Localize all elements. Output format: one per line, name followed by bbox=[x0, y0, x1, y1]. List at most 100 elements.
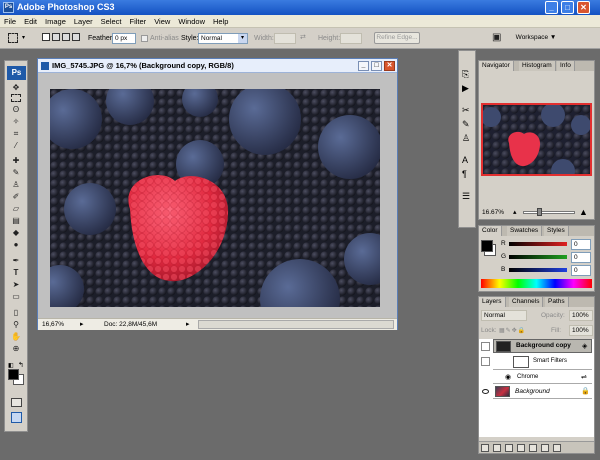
layer-row-background-copy[interactable]: Background copy ◈ bbox=[493, 339, 592, 353]
menu-filter[interactable]: Filter bbox=[126, 15, 151, 28]
menu-window[interactable]: Window bbox=[174, 15, 209, 28]
opacity-input[interactable]: 100% bbox=[569, 310, 593, 321]
zoom-in-icon[interactable]: ▲ bbox=[579, 207, 588, 217]
character-icon[interactable]: A bbox=[462, 155, 468, 165]
menu-select[interactable]: Select bbox=[97, 15, 126, 28]
maximize-button[interactable]: □ bbox=[561, 1, 574, 14]
tab-navigator[interactable]: Navigator bbox=[479, 61, 514, 71]
new-group-icon[interactable] bbox=[529, 444, 537, 452]
height-input[interactable] bbox=[340, 33, 362, 44]
status-menu-icon[interactable]: ▸ bbox=[80, 319, 84, 330]
canvas-area[interactable] bbox=[38, 73, 397, 318]
marquee-preset-icon[interactable] bbox=[8, 33, 18, 43]
magic-wand-tool-icon[interactable]: ✧ bbox=[8, 117, 24, 127]
eyedropper-tool-icon[interactable]: ⚲ bbox=[8, 320, 24, 330]
tab-layers[interactable]: Layers bbox=[479, 297, 506, 307]
menu-help[interactable]: Help bbox=[209, 15, 232, 28]
smart-filters-visibility-toggle[interactable] bbox=[481, 357, 490, 366]
tool-presets-icon[interactable]: ✂ bbox=[462, 105, 470, 116]
gradient-tool-icon[interactable]: ▤ bbox=[8, 216, 24, 226]
tab-histogram[interactable]: Histogram bbox=[519, 61, 556, 71]
eraser-tool-icon[interactable]: ▱ bbox=[8, 204, 24, 214]
refine-edge-button[interactable]: Refine Edge... bbox=[374, 32, 420, 44]
zoom-tool-icon[interactable]: ⊕ bbox=[8, 344, 24, 354]
hand-tool-icon[interactable]: ✋ bbox=[8, 332, 24, 342]
history-brush-tool-icon[interactable]: ✐ bbox=[8, 192, 24, 202]
adjustment-layer-icon[interactable] bbox=[517, 444, 525, 452]
brush-tool-icon[interactable]: ✎ bbox=[8, 168, 24, 178]
workspace-button[interactable]: Workspace ▼ bbox=[512, 32, 560, 44]
fill-input[interactable]: 100% bbox=[569, 325, 593, 336]
navigator-zoom[interactable]: 16.67% bbox=[482, 209, 504, 216]
dodge-tool-icon[interactable]: ● bbox=[8, 240, 24, 250]
layer-row-background[interactable]: Background 🔒 bbox=[493, 385, 592, 399]
document-close-button[interactable]: ✕ bbox=[384, 61, 395, 71]
tab-paths[interactable]: Paths bbox=[545, 297, 569, 307]
status-popup-icon[interactable]: ▸ bbox=[186, 319, 190, 330]
menu-edit[interactable]: Edit bbox=[20, 15, 41, 28]
menu-view[interactable]: View bbox=[150, 15, 174, 28]
layer-row-smart-filters[interactable]: Smart Filters bbox=[493, 354, 592, 370]
document-zoom[interactable]: 16,67% bbox=[42, 319, 64, 330]
move-tool-icon[interactable]: ✥ bbox=[8, 83, 24, 93]
layer-comps-icon[interactable]: ☰ bbox=[462, 191, 470, 202]
horizontal-scrollbar[interactable] bbox=[198, 320, 394, 329]
blur-tool-icon[interactable]: ◆ bbox=[8, 228, 24, 238]
preset-chevron-down-icon[interactable]: ▾ bbox=[22, 34, 25, 41]
color-spectrum-ramp[interactable] bbox=[481, 279, 592, 288]
layer-name-smart-filters[interactable]: Smart Filters bbox=[533, 358, 567, 364]
layer-name-background-copy[interactable]: Background copy bbox=[516, 342, 571, 349]
swap-dimensions-icon[interactable]: ⇄ bbox=[300, 33, 306, 41]
intersect-selection-icon[interactable] bbox=[72, 33, 80, 41]
marquee-tool-icon[interactable] bbox=[11, 94, 21, 102]
channel-g-slider[interactable] bbox=[509, 255, 567, 259]
subtract-selection-icon[interactable] bbox=[62, 33, 70, 41]
layer-name-chrome[interactable]: Chrome bbox=[517, 374, 538, 380]
history-icon[interactable]: ⎘ bbox=[462, 69, 469, 80]
add-selection-icon[interactable] bbox=[52, 33, 60, 41]
layer-mask-icon[interactable] bbox=[505, 444, 513, 452]
layer-name-background[interactable]: Background bbox=[515, 388, 550, 395]
filter-eye-icon[interactable]: ◉ bbox=[505, 373, 511, 381]
actions-icon[interactable]: ▶ bbox=[462, 83, 469, 94]
minimize-button[interactable]: _ bbox=[545, 1, 558, 14]
menu-layer[interactable]: Layer bbox=[70, 15, 97, 28]
path-selection-tool-icon[interactable]: ➤ bbox=[8, 280, 24, 290]
delete-layer-icon[interactable] bbox=[553, 444, 561, 452]
slice-tool-icon[interactable]: ⁄ bbox=[8, 141, 24, 151]
new-layer-icon[interactable] bbox=[541, 444, 549, 452]
tab-info[interactable]: Info bbox=[557, 61, 575, 71]
shape-tool-icon[interactable]: ▭ bbox=[8, 292, 24, 302]
lasso-tool-icon[interactable]: ʘ bbox=[8, 105, 24, 115]
pen-tool-icon[interactable]: ✒ bbox=[8, 256, 24, 266]
tab-channels[interactable]: Channels bbox=[509, 297, 544, 307]
channel-r-input[interactable]: 0 bbox=[571, 239, 591, 250]
clone-source-icon[interactable]: ♙ bbox=[462, 133, 470, 144]
navigator-slider-thumb[interactable] bbox=[537, 208, 542, 216]
background-visibility-eye-icon[interactable] bbox=[482, 389, 489, 394]
close-button[interactable]: ✕ bbox=[577, 1, 590, 14]
notes-tool-icon[interactable]: ▯ bbox=[8, 308, 24, 318]
zoom-out-icon[interactable]: ▴ bbox=[513, 208, 517, 216]
clone-stamp-tool-icon[interactable]: ♙ bbox=[8, 180, 24, 190]
color-foreground-swatch[interactable] bbox=[481, 240, 493, 252]
swap-colors-icon[interactable]: ↰ bbox=[18, 361, 24, 369]
paragraph-icon[interactable]: ¶ bbox=[462, 169, 467, 179]
document-minimize-button[interactable]: _ bbox=[358, 61, 369, 71]
tab-styles[interactable]: Styles bbox=[544, 226, 569, 236]
bridge-icon[interactable]: ▣ bbox=[492, 32, 508, 44]
crop-tool-icon[interactable]: ⌗ bbox=[8, 129, 24, 139]
screen-mode-icon[interactable] bbox=[11, 412, 22, 423]
layer-style-icon[interactable] bbox=[493, 444, 501, 452]
default-colors-icon[interactable]: ◧ bbox=[8, 362, 14, 369]
filter-options-icon[interactable]: ⇌ bbox=[581, 373, 587, 381]
tab-color[interactable]: Color bbox=[479, 226, 502, 236]
navigator-zoom-slider[interactable] bbox=[523, 211, 575, 214]
brushes-icon[interactable]: ✎ bbox=[462, 119, 470, 130]
photo-raspberry-berries[interactable] bbox=[50, 89, 380, 307]
document-maximize-button[interactable]: □ bbox=[371, 61, 382, 71]
lock-icons[interactable]: ▦✎✥🔒 bbox=[499, 327, 531, 334]
width-input[interactable] bbox=[274, 33, 296, 44]
navigator-preview[interactable] bbox=[481, 103, 592, 176]
channel-b-input[interactable]: 0 bbox=[571, 265, 591, 276]
